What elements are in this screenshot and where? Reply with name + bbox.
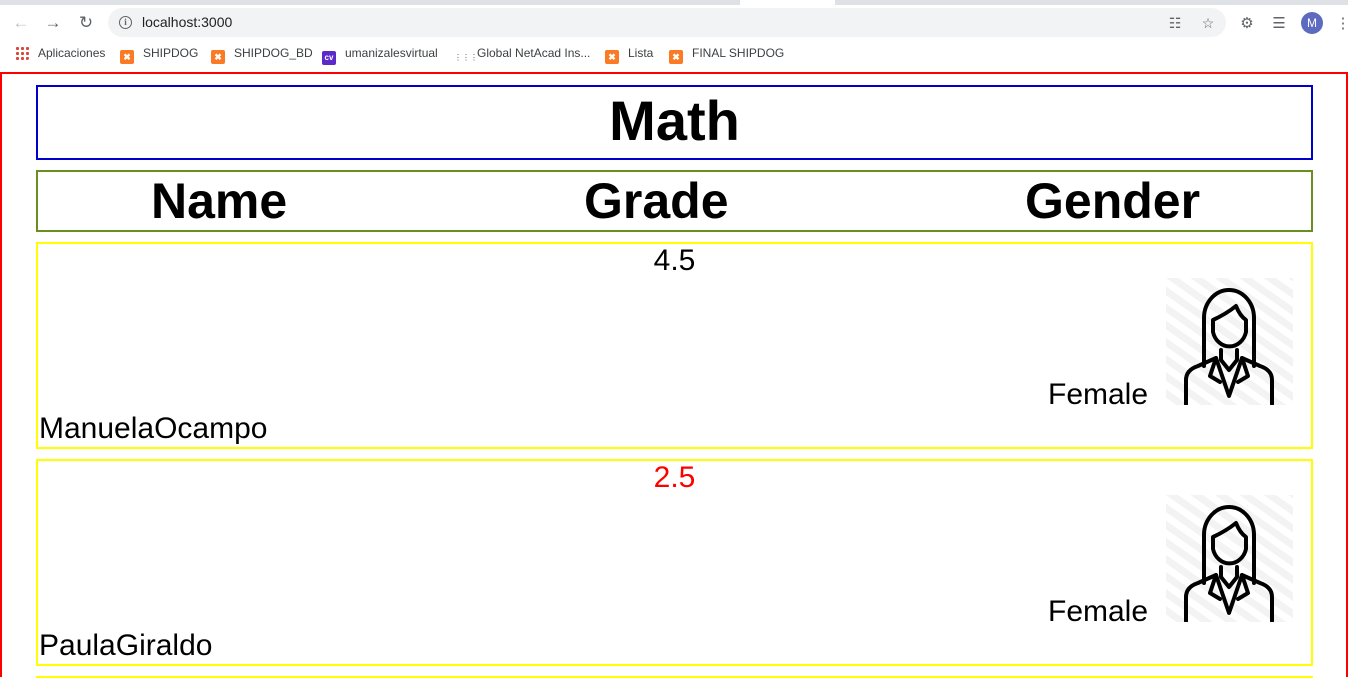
address-bar[interactable]: i localhost:3000 ☷ ☆ — [108, 8, 1226, 37]
bookmark-final-shipdog[interactable]: ✖ FINAL SHIPDOG — [669, 46, 785, 64]
cv-icon: cv — [322, 51, 336, 65]
student-row: 4.5 Female ManuelaOcampo — [36, 242, 1313, 449]
female-avatar-icon — [1166, 278, 1293, 406]
url-text[interactable]: localhost:3000 — [142, 14, 232, 30]
apps-icon — [15, 46, 29, 60]
student-grade: 4.5 — [653, 244, 696, 277]
xampp-icon: ✖ — [211, 50, 225, 64]
bookmarks-bar: Aplicaciones ✖ SHIPDOG ✖ SHIPDOG_BD cv uman… — [0, 40, 1348, 69]
bookmark-label: SHIPDOG_BD — [234, 46, 313, 60]
bookmark-lista[interactable]: ✖ Lista — [605, 46, 654, 64]
student-gender: Female — [1048, 378, 1149, 411]
avatar[interactable]: M — [1301, 12, 1323, 34]
page-title: Math — [609, 89, 740, 152]
title-box: Math — [36, 85, 1313, 160]
bookmark-shipdog[interactable]: ✖ SHIPDOG — [120, 46, 199, 64]
bookmark-aplicaciones[interactable]: Aplicaciones — [15, 46, 105, 62]
bookmark-label: SHIPDOG — [143, 46, 199, 60]
xampp-icon: ✖ — [605, 50, 619, 64]
browser-toolbar: ← → ↻ i localhost:3000 ☷ ☆ ⚙ ☰ M ⋮ — [0, 5, 1348, 40]
extensions-icon[interactable]: ⚙ — [1238, 15, 1256, 33]
bookmark-label: Global NetAcad Ins... — [477, 46, 591, 60]
student-gender: Female — [1048, 595, 1149, 628]
forward-icon[interactable]: → — [43, 13, 63, 33]
bookmark-umanizalesvirtual[interactable]: cv umanizalesvirtual — [322, 46, 438, 65]
student-grade: 2.5 — [653, 461, 696, 494]
table-header: Name Grade Gender — [36, 170, 1313, 232]
star-icon[interactable]: ☆ — [1199, 14, 1217, 32]
cisco-icon: ⋮⋮⋮ — [454, 53, 478, 62]
bookmark-global-netacad[interactable]: ⋮⋮⋮Global NetAcad Ins... — [454, 46, 590, 62]
xampp-icon: ✖ — [120, 50, 134, 64]
info-icon[interactable]: i — [119, 16, 132, 29]
female-avatar-icon — [1166, 495, 1293, 623]
xampp-icon: ✖ — [669, 50, 683, 64]
bookmark-label: Aplicaciones — [38, 46, 106, 60]
bookmark-shipdog-bd[interactable]: ✖ SHIPDOG_BD — [211, 46, 313, 64]
translate-icon[interactable]: ☷ — [1166, 14, 1184, 32]
bookmark-label: Lista — [628, 46, 654, 60]
bookmark-label: FINAL SHIPDOG — [692, 46, 785, 60]
menu-icon[interactable]: ⋮ — [1334, 15, 1348, 33]
header-grade: Grade — [584, 173, 729, 229]
student-name: PaulaGiraldo — [39, 629, 213, 662]
student-name: ManuelaOcampo — [39, 412, 268, 445]
media-icon[interactable]: ☰ — [1270, 15, 1288, 33]
reload-icon[interactable]: ↻ — [76, 13, 96, 33]
bookmark-label: umanizalesvirtual — [345, 46, 438, 60]
student-row: 2.5 Female PaulaGiraldo — [36, 459, 1313, 666]
header-name: Name — [151, 173, 288, 229]
header-gender: Gender — [1025, 173, 1201, 229]
back-icon[interactable]: ← — [11, 13, 31, 33]
